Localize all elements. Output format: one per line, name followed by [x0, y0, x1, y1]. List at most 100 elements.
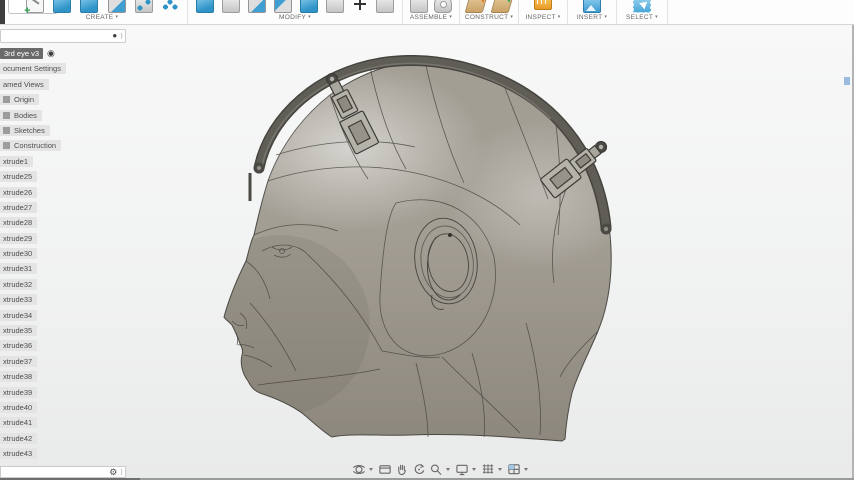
record-dot-icon[interactable]: ●	[112, 32, 117, 40]
toolbar-groups: CREATE ▾MODIFY ▾ASSEMBLE ▾CONSTRUCT ▾INS…	[17, 0, 668, 24]
browser-item[interactable]: xtrude35	[0, 325, 66, 336]
grid-snaps-caret[interactable]	[498, 468, 502, 471]
browser-item-label: 3rd eye v3	[4, 48, 39, 59]
box-icon[interactable]	[53, 0, 71, 13]
form-icon[interactable]	[80, 0, 98, 13]
browser-item[interactable]: Sketches	[0, 125, 66, 136]
grid-snaps-icon[interactable]	[481, 463, 495, 476]
chevron-down-icon: ▾	[115, 14, 118, 20]
toolbar-group-create: CREATE ▾	[17, 0, 188, 24]
toolbar-group-assemble: ASSEMBLE ▾	[403, 0, 460, 24]
browser-item[interactable]: xtrude34	[0, 310, 66, 321]
browser-item-label: Origin	[14, 94, 34, 105]
free-orbit-icon[interactable]	[412, 463, 426, 476]
toolbar-group-insert: INSERT ▾	[568, 0, 617, 24]
measure-icon[interactable]	[534, 0, 552, 10]
create-sketch-icon[interactable]	[26, 0, 44, 13]
browser-item[interactable]: xtrude38	[0, 371, 66, 382]
axis-icon[interactable]	[490, 0, 513, 13]
pipe-icon[interactable]	[135, 0, 153, 13]
view-navbar	[352, 462, 530, 477]
browser-collapse-handle[interactable]: ⟩	[120, 33, 123, 40]
toolbar-group-label[interactable]: MODIFY ▾	[188, 13, 402, 22]
browser-item-label: xtrude35	[3, 325, 32, 336]
toolbar-group-label[interactable]: INSERT ▾	[568, 13, 616, 22]
toolbar-group-label[interactable]: INSPECT ▾	[519, 13, 567, 22]
browser-item-label: xtrude29	[3, 233, 32, 244]
move-copy-icon[interactable]	[352, 0, 368, 11]
look-at-icon[interactable]	[378, 463, 392, 476]
head-model[interactable]	[210, 55, 650, 455]
browser-item[interactable]: xtrude40	[0, 402, 66, 413]
browser-item[interactable]: xtrude32	[0, 279, 66, 290]
offset-plane-icon[interactable]	[465, 0, 488, 13]
browser-item[interactable]: xtrude37	[0, 356, 66, 367]
browser-item[interactable]: xtrude42	[0, 433, 66, 444]
chevron-down-icon: ▾	[604, 14, 607, 20]
browser-item-label: xtrude38	[3, 371, 32, 382]
browser-header[interactable]: ● ⟩	[0, 29, 126, 43]
browser-item[interactable]: xtrude36	[0, 340, 66, 351]
toolbar-group-inspect: INSPECT ▾	[519, 0, 568, 24]
browser-item[interactable]: xtrude27	[0, 202, 66, 213]
viewports-caret[interactable]	[524, 468, 528, 471]
viewcube-remnant	[844, 77, 850, 85]
browser-item-label: xtrude37	[3, 356, 32, 367]
split-body-icon[interactable]	[326, 0, 344, 13]
browser-item[interactable]: xtrude28	[0, 217, 66, 228]
chevron-down-icon: ▾	[449, 14, 452, 20]
align-icon[interactable]	[376, 0, 394, 13]
browser-item[interactable]: xtrude41	[0, 417, 66, 428]
timeline-collapse-handle[interactable]: ⟩	[120, 469, 123, 476]
insert-canvas-icon[interactable]	[583, 0, 601, 13]
revolve-icon[interactable]	[108, 0, 126, 13]
toolbar-group-label[interactable]: CONSTRUCT ▾	[460, 13, 518, 22]
browser-item[interactable]: Construction	[0, 140, 66, 151]
browser-item[interactable]: xtrude39	[0, 387, 66, 398]
browser-item-label: xtrude41	[3, 417, 32, 428]
pan-icon[interactable]	[395, 463, 409, 476]
browser-item[interactable]: xtrude25	[0, 171, 66, 182]
browser-item[interactable]: xtrude43	[0, 448, 66, 459]
browser-footer[interactable]: ⚙ ⟩	[0, 466, 126, 478]
select-icon[interactable]	[633, 0, 651, 13]
shell-icon[interactable]	[248, 0, 266, 13]
browser-item[interactable]: xtrude29	[0, 233, 66, 244]
head-surface[interactable]	[210, 55, 650, 455]
chevron-down-icon: ▾	[655, 14, 658, 20]
new-component-icon[interactable]	[410, 0, 428, 13]
toolbar-group-label[interactable]: CREATE ▾	[17, 13, 187, 22]
browser-item-label: ocument Settings	[3, 63, 61, 74]
toolbar-group-label[interactable]: SELECT ▾	[617, 13, 667, 22]
offset-face-icon[interactable]	[300, 0, 318, 13]
gear-icon[interactable]: ⚙	[109, 468, 117, 477]
browser-item[interactable]: Origin	[0, 94, 66, 105]
fillet-icon[interactable]	[222, 0, 240, 13]
browser-item[interactable]: xtrude26	[0, 187, 66, 198]
browser-item-label: Bodies	[14, 110, 37, 121]
zoom-caret[interactable]	[446, 468, 450, 471]
orbit-caret[interactable]	[369, 468, 373, 471]
zoom-icon[interactable]	[429, 463, 443, 476]
browser-item[interactable]: xtrude1	[0, 156, 66, 167]
activate-radio-icon[interactable]: ◉	[47, 49, 55, 58]
browser-item[interactable]: xtrude33	[0, 294, 66, 305]
browser-item[interactable]: 3rd eye v3 ◉	[0, 48, 66, 59]
press-pull-icon[interactable]	[196, 0, 214, 13]
toolbar-group-label[interactable]: ASSEMBLE ▾	[403, 13, 459, 22]
joint-icon[interactable]	[434, 0, 452, 13]
combine-icon[interactable]	[274, 0, 292, 13]
browser-item[interactable]: Bodies	[0, 110, 66, 121]
viewports-icon[interactable]	[507, 463, 521, 476]
browser-item[interactable]: xtrude30	[0, 248, 66, 259]
orbit-icon[interactable]	[352, 463, 366, 476]
browser-item[interactable]: amed Views	[0, 79, 66, 90]
chevron-down-icon: ▾	[558, 14, 561, 20]
display-settings-icon[interactable]	[455, 463, 469, 476]
point-icon[interactable]	[162, 0, 178, 11]
top-toolbar: CREATE ▾MODIFY ▾ASSEMBLE ▾CONSTRUCT ▾INS…	[0, 0, 854, 25]
browser-item[interactable]: xtrude31	[0, 263, 66, 274]
display-settings-caret[interactable]	[472, 468, 476, 471]
browser-item[interactable]: ocument Settings	[0, 63, 66, 74]
browser-item-label: xtrude1	[3, 156, 28, 167]
